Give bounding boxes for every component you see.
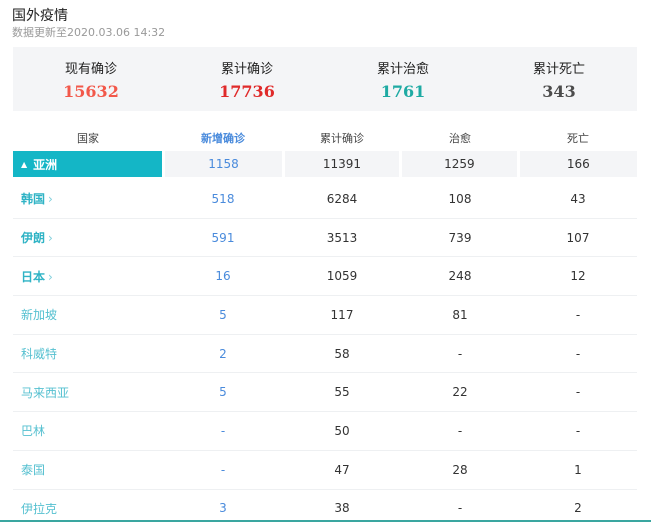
cell-new-confirmed: - <box>220 423 226 438</box>
cell-total-confirmed: 55 <box>334 385 350 400</box>
chevron-right-icon[interactable]: › <box>48 231 53 245</box>
country-name: 马来西亚 <box>13 384 163 401</box>
stat-value: 17736 <box>219 82 275 101</box>
header-total-confirmed[interactable]: 累计确诊 <box>283 130 401 146</box>
country-name: 巴林 <box>13 422 163 439</box>
country-label: 科威特 <box>21 347 58 362</box>
stat-label: 累计治愈 <box>376 62 429 77</box>
cell-dead: 2 <box>574 501 582 516</box>
cell-new-confirmed: - <box>220 462 226 477</box>
cell-total-confirmed: 3513 <box>326 230 358 245</box>
stat-label: 现有确诊 <box>64 62 117 77</box>
country-name: 科威特 <box>13 345 163 362</box>
country-name[interactable]: 日本 › <box>13 268 163 285</box>
chevron-right-icon[interactable]: › <box>48 192 53 206</box>
cell-cured: 22 <box>452 385 468 400</box>
stat-current-confirmed: 现有确诊 15632 <box>13 47 169 111</box>
table-row: 巴林 - 50 - - <box>13 412 637 451</box>
cell-new-confirmed: 2 <box>219 346 227 361</box>
update-time: 数据更新至2020.03.06 14:32 <box>12 26 166 39</box>
cell-dead: 1 <box>574 462 582 477</box>
table-row[interactable]: 韩国 › 518 6284 108 43 <box>13 180 637 219</box>
country-label: 日本 <box>21 269 46 284</box>
country-label: 伊拉克 <box>21 501 58 516</box>
country-name[interactable]: 韩国 › <box>13 190 163 207</box>
region-name: 亚洲 <box>33 157 58 172</box>
cell-new-confirmed: 3 <box>219 501 227 516</box>
table-header: 国家 新增确诊 累计确诊 治愈 死亡 <box>13 124 637 151</box>
cell-total-confirmed: 38 <box>334 501 350 516</box>
region-row-asia[interactable]: ▲ 亚洲 1158 11391 1259 166 <box>13 151 638 177</box>
stat-label: 累计死亡 <box>532 62 585 77</box>
country-table: 国家 新增确诊 累计确诊 治愈 死亡 ▲ 亚洲 1158 11391 1259 … <box>13 124 638 522</box>
cell-dead: - <box>575 307 581 322</box>
stat-value: 1761 <box>380 82 426 101</box>
cell-new-confirmed: 16 <box>215 269 231 284</box>
cell-cured: - <box>457 346 463 361</box>
country-name: 伊拉克 <box>13 500 163 517</box>
cell-cured: - <box>457 501 463 516</box>
cell-cured: 108 <box>448 191 472 206</box>
country-name[interactable]: 伊朗 › <box>13 229 163 246</box>
cell-total-confirmed: 6284 <box>326 191 358 206</box>
cell-new-confirmed: 5 <box>219 307 227 322</box>
cell-cured: 81 <box>452 307 468 322</box>
cell-dead: - <box>575 346 581 361</box>
chevron-right-icon[interactable]: › <box>48 270 53 284</box>
header-cured[interactable]: 治愈 <box>401 130 519 146</box>
cell-total-confirmed: 47 <box>334 462 350 477</box>
stat-value: 343 <box>542 82 576 101</box>
region-cured: 1259 <box>402 151 517 177</box>
region-total: 11391 <box>284 151 400 177</box>
country-name: 新加坡 <box>13 306 163 323</box>
cell-cured: 739 <box>448 230 472 245</box>
cell-total-confirmed: 58 <box>334 346 350 361</box>
header-new-confirmed[interactable]: 新增确诊 <box>163 130 283 146</box>
stat-total-cured: 累计治愈 1761 <box>325 47 481 111</box>
cell-dead: 107 <box>566 230 590 245</box>
country-label: 伊朗 <box>21 231 46 246</box>
cell-dead: - <box>575 385 581 400</box>
table-body: 韩国 › 518 6284 108 43 伊朗 › 591 3513 739 107 日本 › 16 1059… <box>13 180 637 522</box>
table-row: 科威特 2 58 - - <box>13 335 637 374</box>
cell-cured: 248 <box>448 269 472 284</box>
region-dead: 166 <box>519 151 638 177</box>
country-label: 马来西亚 <box>21 385 70 400</box>
page-title: 国外疫情 <box>12 8 68 24</box>
table-row: 泰国 - 47 28 1 <box>13 451 637 490</box>
header-dead[interactable]: 死亡 <box>519 130 637 146</box>
stat-total-confirmed: 累计确诊 17736 <box>169 47 325 111</box>
table-row[interactable]: 日本 › 16 1059 248 12 <box>13 257 637 297</box>
summary-panel: 现有确诊 15632 累计确诊 17736 累计治愈 1761 累计死亡 343 <box>13 47 637 111</box>
triangle-up-icon: ▲ <box>21 159 28 169</box>
cell-new-confirmed: 518 <box>211 191 235 206</box>
country-label: 巴林 <box>21 424 46 439</box>
cell-total-confirmed: 50 <box>334 423 350 438</box>
cell-new-confirmed: 591 <box>211 230 235 245</box>
country-label: 韩国 <box>21 192 46 207</box>
cell-dead: 12 <box>570 269 586 284</box>
cell-cured: - <box>457 423 463 438</box>
stat-total-dead: 累计死亡 343 <box>481 47 637 111</box>
cell-dead: - <box>575 423 581 438</box>
region-new: 1158 <box>165 151 282 177</box>
table-row[interactable]: 伊朗 › 591 3513 739 107 <box>13 219 637 258</box>
header-country[interactable]: 国家 <box>13 130 163 146</box>
stat-label: 累计确诊 <box>220 62 273 77</box>
stat-value: 15632 <box>63 82 119 101</box>
country-name: 泰国 <box>13 461 163 478</box>
cell-total-confirmed: 117 <box>330 307 354 322</box>
cell-total-confirmed: 1059 <box>326 269 358 284</box>
table-row: 伊拉克 3 38 - 2 <box>13 490 637 522</box>
region-toggle[interactable]: ▲ 亚洲 <box>13 151 163 177</box>
cell-dead: 43 <box>570 191 586 206</box>
table-row: 马来西亚 5 55 22- <box>13 373 637 413</box>
country-label: 新加坡 <box>21 308 58 323</box>
country-label: 泰国 <box>21 463 46 478</box>
table-row: 新加坡 5 117 81 - <box>13 296 637 335</box>
cell-new-confirmed: 5 <box>219 385 227 400</box>
cell-cured: 28 <box>452 462 468 477</box>
